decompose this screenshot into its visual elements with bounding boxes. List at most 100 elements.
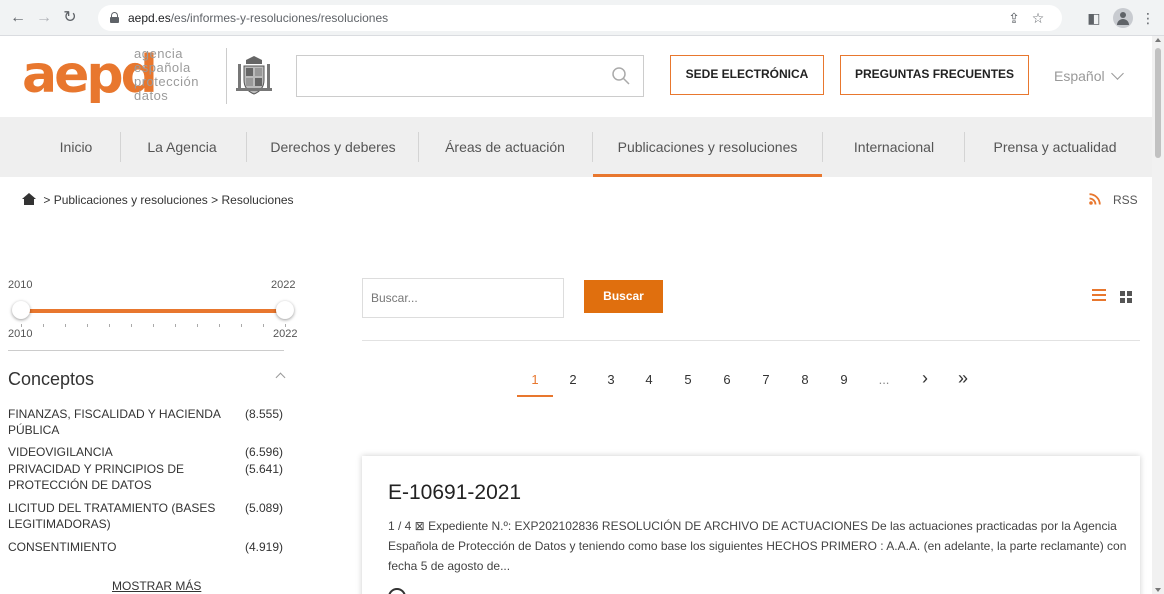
nav-separator [418,132,419,162]
back-icon[interactable]: ← [8,8,28,28]
concept-count: (5.641) [245,462,284,476]
page-link-4[interactable]: 4 [639,372,659,387]
slider-min-label: 2010 [8,279,33,291]
breadcrumb-separator: > [211,193,219,207]
nav-separator [120,132,121,162]
nav-item-areas-de-actuacion[interactable]: Áreas de actuación [438,117,572,177]
results-search-input[interactable] [363,279,563,317]
nav-item-la-agencia[interactable]: La Agencia [138,117,226,177]
site-search-input[interactable] [296,55,644,97]
concept-count: (6.596) [245,445,284,459]
nav-item-prensa-y-actualidad[interactable]: Prensa y actualidad [982,117,1128,177]
share-icon[interactable]: ⇪ [1004,8,1024,28]
page-link-3[interactable]: 3 [601,372,621,387]
slider-max-label: 2022 [271,279,296,291]
scroll-up-icon[interactable] [1155,38,1161,42]
page-link-9[interactable]: 9 [834,372,854,387]
slider-tick [131,324,132,327]
nav-separator [246,132,247,162]
result-card[interactable]: E-10691-2021 1 / 4 ⊠ Expediente N.º: EXP… [362,456,1140,594]
page-link-6[interactable]: 6 [717,372,737,387]
page-last-icon[interactable]: » [953,368,973,389]
breadcrumb-separator: > [43,193,51,207]
sede-electronica-button[interactable]: SEDE ELECTRÓNICA [670,55,824,95]
concepts-title: Conceptos [8,369,95,389]
concept-item[interactable]: CONSENTIMIENTO (4.919) [8,539,298,555]
result-title[interactable]: E-10691-2021 [388,481,521,505]
slider-tick [65,324,66,327]
slider-tick [197,324,198,327]
url-text: aepd.es/es/informes-y-resoluciones/resol… [128,11,389,25]
concept-item[interactable]: PRIVACIDAD Y PRINCIPIOS DE PROTECCIÓN DE… [8,461,298,493]
nav-separator [822,132,823,162]
concept-name: FINANZAS, FISCALIDAD Y HACIENDA PÚBLICA [8,407,221,437]
kebab-menu-icon[interactable]: ⋮ [1138,8,1158,28]
logo-word: agencia [134,46,184,61]
year-slider-max-handle[interactable] [276,301,294,319]
show-more-link[interactable]: MOSTRAR MÁS [112,579,201,593]
page-link-2[interactable]: 2 [563,372,583,387]
next-result-partial [388,588,406,594]
slider-tick [87,324,88,327]
slider-tick [241,324,242,327]
concept-count: (4.919) [245,540,284,554]
chevron-up-icon[interactable] [275,372,286,383]
logo-divider [226,48,227,104]
nav-item-inicio[interactable]: Inicio [40,117,112,177]
language-label: Español [1054,68,1105,84]
page-link-1[interactable]: 1 [525,372,545,387]
reload-icon[interactable]: ↻ [60,8,80,28]
nav-item-derechos-y-deberes[interactable]: Derechos y deberes [266,117,400,177]
nav-item-publicaciones-y-resoluciones[interactable]: Publicaciones y resoluciones [593,117,822,177]
scroll-down-icon[interactable] [1155,588,1161,592]
buscar-button[interactable]: Buscar [584,280,663,313]
concept-item[interactable]: FINANZAS, FISCALIDAD Y HACIENDA PÚBLICA … [8,406,298,438]
search-icon[interactable] [611,66,631,86]
slider-tick [43,324,44,327]
page-link-5[interactable]: 5 [678,372,698,387]
rss-label: RSS [1113,193,1138,207]
chevron-down-icon [1110,67,1124,80]
page-scrollbar[interactable] [1152,36,1164,594]
current-page-indicator [517,395,553,397]
concept-name: VIDEOVIGILANCIA [8,445,113,459]
nav-item-internacional[interactable]: Internacional [842,117,946,177]
result-summary: 1 / 4 ⊠ Expediente N.º: EXP202102836 RES… [388,519,1127,573]
concept-name: CONSENTIMIENTO [8,540,117,554]
slider-tick [263,324,264,327]
page-link-8[interactable]: 8 [795,372,815,387]
profile-avatar[interactable] [1113,8,1133,28]
browser-toolbar: ← → ↻ aepd.es/es/informes-y-resoluciones… [0,0,1164,36]
coat-of-arms-icon [236,56,272,95]
slider-tick [285,324,286,327]
breadcrumb-publicaciones-link[interactable]: Publicaciones y resoluciones [54,193,208,207]
slider-scale-min: 2010 [8,328,33,340]
concept-item[interactable]: LICITUD DEL TRATAMIENTO (BASES LEGITIMAD… [8,500,298,532]
year-slider-track[interactable] [20,309,286,313]
preguntas-frecuentes-button[interactable]: PREGUNTAS FRECUENTES [840,55,1029,95]
page-link-7[interactable]: 7 [756,372,776,387]
rss-link[interactable]: RSS [1089,193,1138,207]
list-view-icon[interactable] [1092,289,1106,301]
side-panel-icon[interactable]: ◧ [1084,8,1104,28]
results-search-field[interactable] [362,278,564,318]
concept-item[interactable]: VIDEOVIGILANCIA (6.596) [8,444,298,460]
main-navigation: Inicio La Agencia Derechos y deberes Áre… [0,117,1152,177]
slider-tick [219,324,220,327]
concept-count: (5.089) [245,501,284,515]
home-icon[interactable] [22,193,36,205]
address-bar[interactable]: aepd.es/es/informes-y-resoluciones/resol… [98,5,1062,31]
page-next-icon[interactable]: › [915,368,935,389]
scrollbar-thumb[interactable] [1155,48,1161,158]
aepd-logo[interactable]: aepd agencia española protección datos [22,45,222,105]
bookmark-star-icon[interactable]: ☆ [1028,8,1048,28]
slider-tick [21,324,22,327]
lock-icon [110,12,119,23]
year-slider-min-handle[interactable] [12,301,30,319]
nav-separator [964,132,965,162]
language-selector[interactable]: Español [1054,67,1124,84]
breadcrumb: > Publicaciones y resoluciones > Resoluc… [22,193,294,207]
concept-name: PRIVACIDAD Y PRINCIPIOS DE PROTECCIÓN DE… [8,462,185,492]
grid-view-icon[interactable] [1120,291,1132,303]
forward-icon[interactable]: → [34,8,54,28]
